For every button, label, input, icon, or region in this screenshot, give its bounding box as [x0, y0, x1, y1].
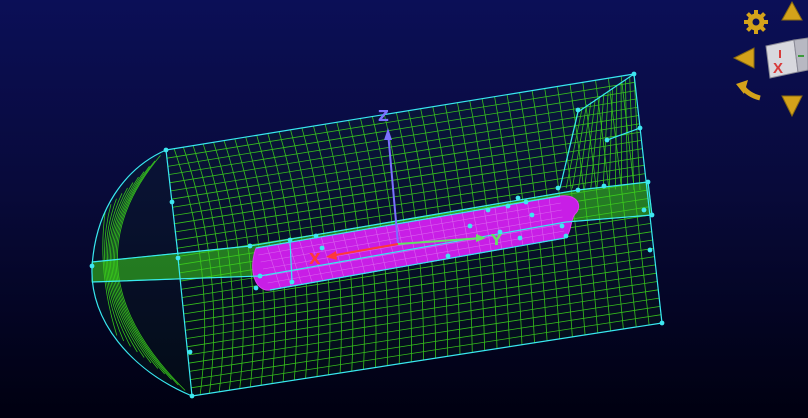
mesh-vertex — [659, 320, 665, 326]
mesh-vertex — [641, 207, 647, 213]
cube-face-label: X — [773, 60, 783, 77]
triangle-left-icon[interactable] — [732, 47, 755, 69]
mesh-vertex — [517, 235, 523, 241]
mesh-vertex — [604, 137, 610, 143]
mesh-vertex — [189, 393, 195, 399]
mesh-vertex — [555, 185, 561, 191]
mesh-vertex — [89, 263, 95, 269]
3d-viewport[interactable]: X Y Z X — [0, 0, 808, 418]
mesh-vertex — [163, 147, 169, 153]
mesh-vertex — [575, 107, 581, 113]
mesh-vertex — [313, 233, 319, 239]
mesh-vertex — [175, 255, 181, 261]
mesh-vertex — [289, 279, 295, 285]
mesh-vertex — [647, 247, 653, 253]
mesh-vertex — [445, 253, 451, 259]
mesh-vertex — [631, 71, 637, 77]
mesh-vertex — [485, 207, 491, 213]
mesh-vertex — [637, 125, 643, 131]
view-cube[interactable]: X — [765, 37, 808, 79]
mesh-vertex — [649, 212, 655, 218]
rotate-left-icon[interactable] — [736, 80, 761, 101]
mesh-scene[interactable]: X Y Z — [0, 0, 808, 418]
mesh-vertex — [529, 212, 535, 218]
mesh-vertex — [187, 349, 193, 355]
mesh-vertex — [601, 183, 607, 189]
mesh-vertex — [247, 243, 253, 249]
mesh-vertex — [169, 199, 175, 205]
y-axis-label: Y — [490, 231, 503, 249]
mesh-vertex — [257, 273, 263, 279]
mesh-vertex — [253, 285, 259, 291]
mesh-vertex — [575, 187, 581, 193]
mesh-vertex — [515, 195, 521, 201]
x-axis-label: X — [309, 250, 321, 268]
triangle-up-icon[interactable] — [781, 0, 803, 21]
mesh-vertex — [467, 223, 473, 229]
mesh-vertex — [645, 179, 651, 185]
mesh-vertex — [563, 233, 569, 239]
z-axis-label: Z — [378, 107, 389, 125]
mesh-vertex — [523, 199, 529, 205]
mesh-vertex — [505, 203, 511, 209]
gear-icon[interactable] — [744, 10, 768, 34]
triangle-down-icon[interactable] — [781, 95, 803, 118]
mesh-vertex — [287, 237, 293, 243]
mesh-vertex — [559, 223, 565, 229]
navigation-widget[interactable]: X — [728, 0, 808, 120]
